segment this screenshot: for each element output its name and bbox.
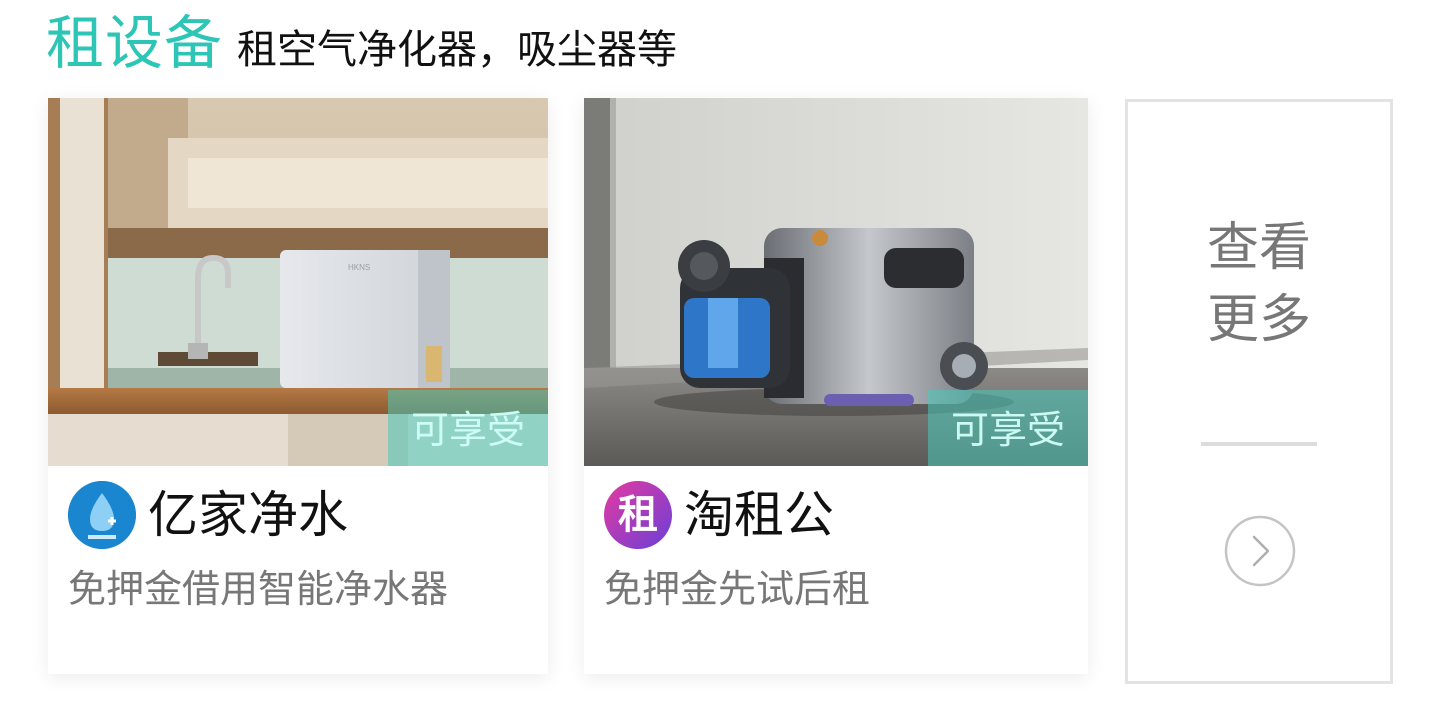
view-more-line2: 更多 <box>1206 290 1311 350</box>
section-title: 租设备 <box>46 9 224 77</box>
brand-row: 亿家净水 <box>68 480 348 550</box>
brand-name: 亿家净水 <box>148 486 348 544</box>
card-description: 免押金借用智能净水器 <box>68 567 449 611</box>
product-card-water-purifier[interactable]: HKNS 可享受 亿家净水 免押金借用智能净水器 <box>48 98 548 674</box>
product-card-robot-vacuum[interactable]: 可享受 租 淘租公 免押金先试后租 <box>584 98 1088 674</box>
view-more-button[interactable]: 查看 更多 <box>1125 99 1393 684</box>
water-drop-logo-icon <box>68 481 136 549</box>
product-image-robot-vacuum[interactable]: 可享受 <box>584 98 1088 466</box>
promo-tag: 可享受 <box>388 390 548 466</box>
brand-logo-text: 租 <box>618 492 658 538</box>
product-image-water-purifier[interactable]: HKNS 可享受 <box>48 98 548 466</box>
brand-name: 淘租公 <box>684 486 834 544</box>
section-subtitle: 租空气净化器，吸尘器等 <box>237 27 678 73</box>
card-description: 免押金先试后租 <box>604 567 871 611</box>
view-more-line1: 查看 <box>1206 218 1311 278</box>
chevron-right-circle-icon[interactable] <box>1224 515 1296 587</box>
promo-tag: 可享受 <box>928 390 1088 466</box>
view-more-text: 查看 更多 <box>1128 212 1390 356</box>
brand-row: 租 淘租公 <box>604 480 834 550</box>
section-header: 租设备 租空气净化器，吸尘器等 <box>46 8 677 78</box>
svg-text:HKNS: HKNS <box>348 263 370 272</box>
zu-character-logo-icon: 租 <box>604 481 672 549</box>
divider <box>1201 442 1317 446</box>
